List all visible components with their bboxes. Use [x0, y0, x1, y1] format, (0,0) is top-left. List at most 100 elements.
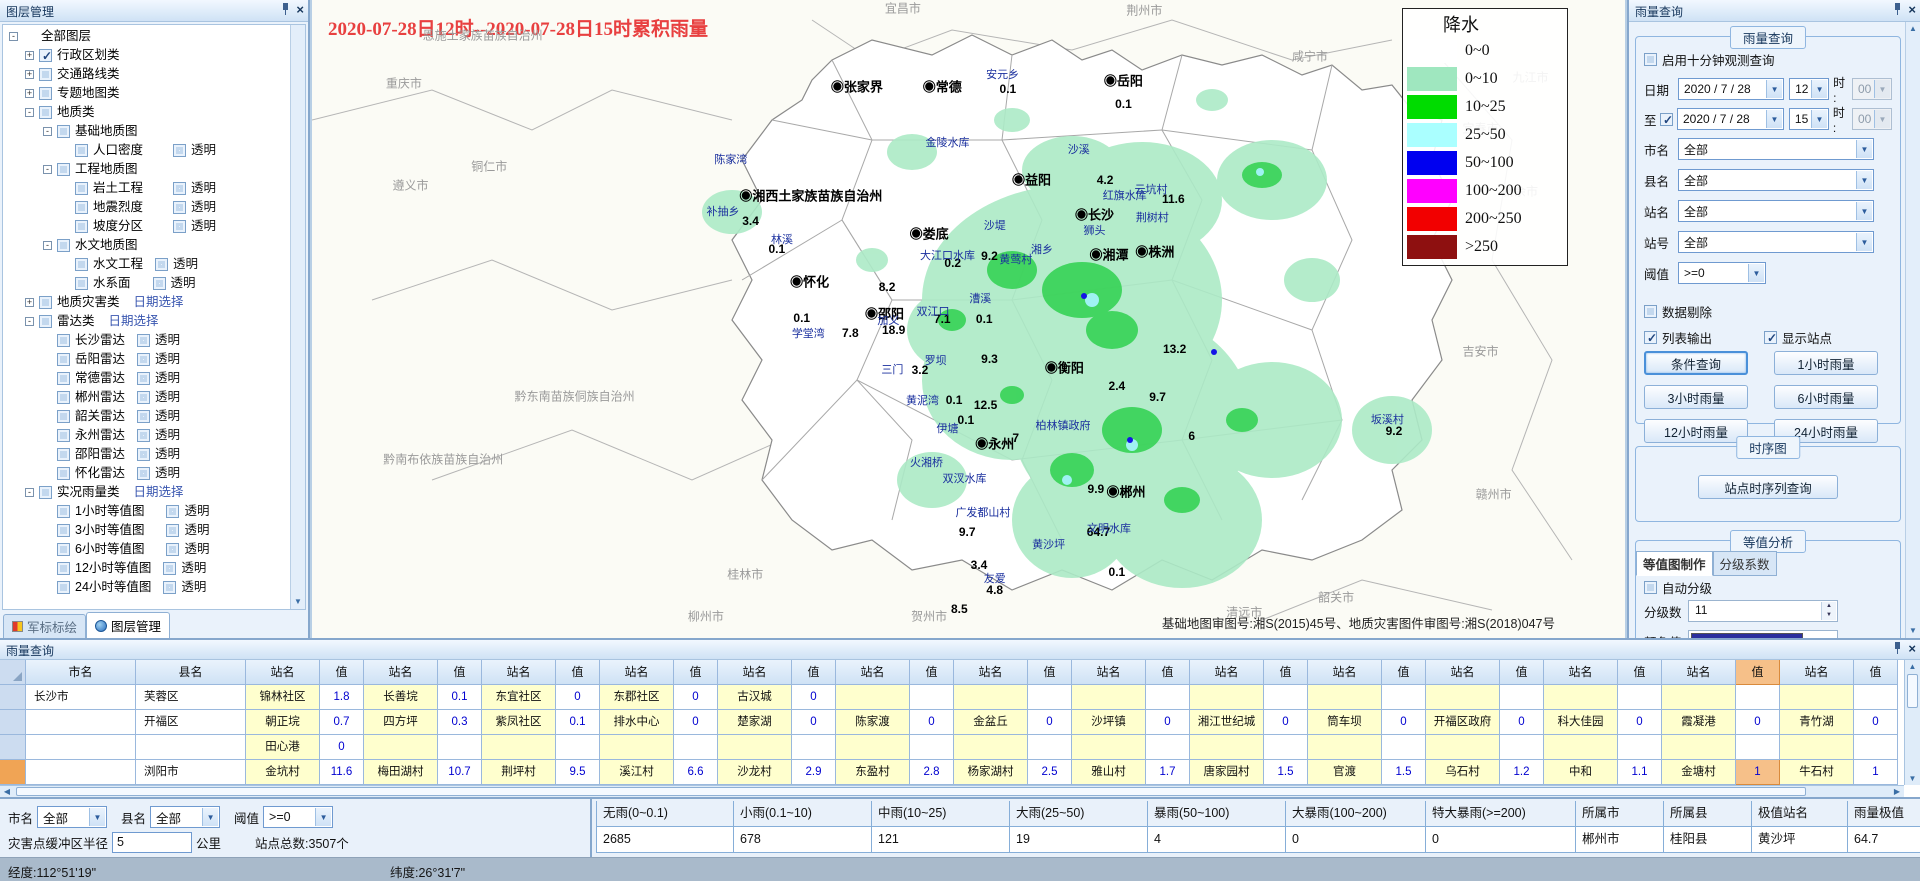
col-header-value[interactable]: 值 [1736, 660, 1780, 685]
select-dropdown[interactable]: 全部 ▼ [1678, 231, 1874, 253]
tree-item-extra[interactable]: 透明 [155, 255, 198, 274]
chevron-down-icon[interactable]: ▼ [1811, 110, 1827, 128]
tree-item[interactable]: 郴州雷达 透明 [3, 388, 289, 407]
tree-item-extra[interactable]: 透明 [137, 331, 180, 350]
tree-checkbox[interactable] [75, 277, 88, 290]
spin-up-icon[interactable]: ▲ [1822, 602, 1836, 611]
query-button[interactable]: 3小时雨量 [1644, 385, 1748, 409]
row-selector[interactable] [0, 735, 26, 760]
tree-item-extra[interactable]: 透明 [166, 540, 209, 559]
chevron-down-icon[interactable]: ▼ [1856, 140, 1872, 158]
filter-city-select[interactable]: 全部 ▼ [37, 806, 107, 828]
tree-checkbox[interactable] [39, 49, 52, 62]
table-horizontal-scrollbar[interactable]: ◀ ▶ [0, 785, 1904, 797]
table-vertical-scrollbar[interactable]: ▲ ▼ [1904, 660, 1920, 785]
tree-expander-icon[interactable]: - [9, 32, 18, 41]
chevron-down-icon[interactable]: ▼ [315, 808, 331, 826]
pin-icon[interactable] [1893, 642, 1902, 655]
pin-icon[interactable] [281, 3, 290, 16]
tree-checkbox[interactable] [57, 505, 70, 518]
row-selector[interactable] [0, 710, 26, 735]
col-header-station[interactable]: 站名 [246, 660, 320, 685]
col-header-value[interactable]: 值 [1382, 660, 1426, 685]
show-stations-checkbox[interactable] [1764, 331, 1777, 344]
tree-checkbox[interactable] [39, 87, 52, 100]
tree-checkbox[interactable] [57, 353, 70, 366]
scroll-down-icon[interactable]: ▼ [1906, 624, 1920, 638]
col-header-station[interactable]: 站名 [1072, 660, 1146, 685]
spin-down-icon[interactable]: ▼ [1822, 611, 1836, 620]
date-from-select[interactable]: 2020 / 7 / 28 ▼ [1678, 78, 1784, 100]
query-button[interactable]: 条件查询 [1644, 351, 1748, 375]
tree-checkbox[interactable] [57, 334, 70, 347]
tree-item[interactable]: - 实况雨量类 日期选择 [3, 483, 289, 502]
tree-item-extra[interactable]: 透明 [137, 388, 180, 407]
query-button[interactable]: 1小时雨量 [1774, 351, 1878, 375]
col-header-value[interactable]: 值 [1146, 660, 1190, 685]
tree-item-extra[interactable]: 日期选择 [134, 293, 184, 312]
tree-checkbox[interactable] [57, 372, 70, 385]
tree-checkbox[interactable] [57, 239, 70, 252]
tree-checkbox[interactable] [39, 68, 52, 81]
tree-expander-icon[interactable]: - [43, 127, 52, 136]
col-header-value[interactable]: 值 [1618, 660, 1662, 685]
buffer-radius-input[interactable]: 5 [112, 832, 192, 853]
tree-item[interactable]: - 雷达类 日期选择 [3, 312, 289, 331]
scroll-down-icon[interactable]: ▼ [1905, 772, 1920, 785]
scrollbar-thumb[interactable] [1907, 674, 1918, 708]
tree-expander-icon[interactable]: + [25, 70, 34, 79]
tree-checkbox[interactable] [57, 467, 70, 480]
date-to-select[interactable]: 2020 / 7 / 28 ▼ [1677, 108, 1784, 130]
tree-expander-icon[interactable]: - [25, 108, 34, 117]
tab-grading-coeff[interactable]: 分级系数 [1713, 551, 1777, 576]
auto-grading-checkbox[interactable] [1644, 581, 1657, 594]
scroll-down-icon[interactable]: ▼ [291, 595, 305, 609]
hour-from-select[interactable]: 12 ▼ [1789, 78, 1829, 100]
col-header-value[interactable]: 值 [1264, 660, 1308, 685]
col-header-station[interactable]: 站名 [836, 660, 910, 685]
tree-expander-icon[interactable]: + [25, 298, 34, 307]
tree-item-extra[interactable]: 透明 [137, 464, 180, 483]
ten-minute-checkbox[interactable] [1644, 53, 1657, 66]
col-header-station[interactable]: 站名 [718, 660, 792, 685]
scrollbar-thumb[interactable] [16, 787, 1806, 796]
hour-to-select[interactable]: 15 ▼ [1789, 108, 1829, 130]
chevron-down-icon[interactable]: ▼ [1766, 80, 1782, 98]
chevron-down-icon[interactable]: ▼ [1856, 233, 1872, 251]
col-header-station[interactable]: 站名 [364, 660, 438, 685]
tree-checkbox[interactable] [75, 144, 88, 157]
col-header-station[interactable]: 站名 [482, 660, 556, 685]
tree-checkbox[interactable] [39, 315, 52, 328]
list-output-checkbox[interactable] [1644, 331, 1657, 344]
tree-item-extra[interactable]: 透明 [163, 559, 206, 578]
tree-item[interactable]: + 交通路线类 [3, 65, 289, 84]
query-button[interactable]: 12小时雨量 [1644, 419, 1748, 443]
chevron-down-icon[interactable]: ▼ [1766, 110, 1782, 128]
tree-item[interactable]: 水文工程 透明 [3, 255, 289, 274]
col-header-county[interactable]: 县名 [136, 660, 246, 685]
tree-item[interactable]: - 基础地质图 [3, 122, 289, 141]
tree-item[interactable]: 地震烈度 透明 [3, 198, 289, 217]
chevron-down-icon[interactable]: ▼ [89, 808, 105, 826]
select-dropdown[interactable]: 全部 ▼ [1678, 200, 1874, 222]
tree-item[interactable]: + 专题地图类 [3, 84, 289, 103]
tree-item[interactable]: - 水文地质图 [3, 236, 289, 255]
map-canvas[interactable]: 2020-07-28日12时--2020-07-28日15时累积雨量 ◉张家界◉… [312, 0, 1625, 638]
pin-icon[interactable] [1893, 3, 1902, 16]
select-dropdown[interactable]: 全部 ▼ [1678, 169, 1874, 191]
col-header-station[interactable]: 站名 [1780, 660, 1854, 685]
tree-item-extra[interactable]: 透明 [153, 274, 196, 293]
tree-item-extra[interactable]: 透明 [173, 179, 216, 198]
tab-layer-manager[interactable]: 图层管理 [86, 612, 170, 638]
tree-item-extra[interactable]: 透明 [173, 217, 216, 236]
tree-checkbox[interactable] [75, 182, 88, 195]
tree-checkbox[interactable] [39, 106, 52, 119]
tree-item-extra[interactable]: 日期选择 [134, 483, 184, 502]
tree-expander-icon[interactable]: + [25, 89, 34, 98]
col-header-value[interactable]: 值 [1500, 660, 1544, 685]
tree-item[interactable]: 怀化雷达 透明 [3, 464, 289, 483]
tree-expander-icon[interactable]: + [25, 51, 34, 60]
tab-isoline-make[interactable]: 等值图制作 [1636, 551, 1713, 576]
tree-item-extra[interactable]: 透明 [173, 198, 216, 217]
col-header-value[interactable]: 值 [792, 660, 836, 685]
